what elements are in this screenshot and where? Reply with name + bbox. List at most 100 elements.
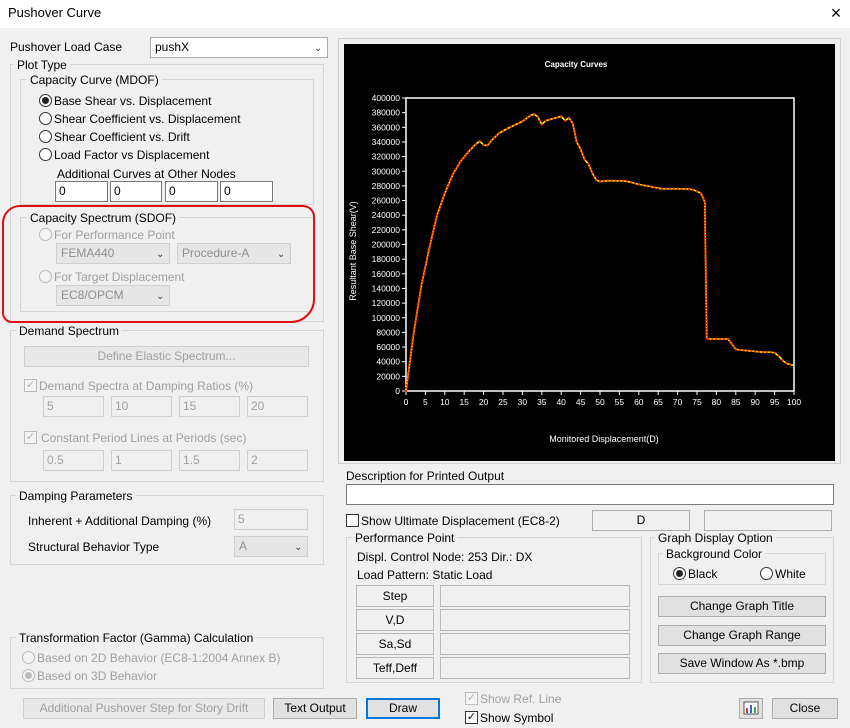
curve-point: [421, 277, 424, 280]
curve-point: [544, 119, 547, 122]
y-tick-label: 320000: [372, 152, 401, 162]
text-output-button[interactable]: Text Output: [273, 698, 357, 719]
radio-base-shear[interactable]: [39, 94, 52, 107]
ultimate-code-field[interactable]: D: [592, 510, 690, 531]
node-field-1[interactable]: 0: [55, 181, 108, 202]
change-graph-range-button[interactable]: Change Graph Range: [658, 625, 826, 646]
period-field-1[interactable]: 0.5: [43, 450, 104, 471]
node-field-3[interactable]: 0: [165, 181, 218, 202]
chevron-down-icon: ⌄: [294, 542, 303, 553]
behavior-type-select[interactable]: A ⌄: [234, 536, 308, 557]
story-drift-button[interactable]: Additional Pushover Step for Story Drift: [23, 698, 265, 719]
curve-point: [523, 118, 527, 121]
curve-point: [773, 351, 776, 355]
inherent-damping-field[interactable]: 5: [234, 509, 308, 530]
curve-point: [424, 262, 428, 265]
save-window-button[interactable]: Save Window As *.bmp: [658, 653, 826, 674]
perf-row-sasd: Sa,Sd: [356, 633, 434, 655]
curve-point: [754, 350, 757, 353]
curve-point: [407, 371, 410, 374]
gamma-label: Transformation Factor (Gamma) Calculatio…: [16, 631, 257, 645]
curve-point: [705, 324, 708, 328]
bitmap-button[interactable]: [739, 698, 763, 719]
period-field-4[interactable]: 2: [247, 450, 308, 471]
description-field[interactable]: [346, 484, 834, 505]
curve-point: [691, 188, 695, 191]
damping-field-1[interactable]: 5: [43, 396, 104, 417]
curve-point: [704, 291, 708, 294]
curve-point: [435, 214, 439, 217]
curve-point: [428, 244, 432, 247]
capacity-curve-label: Capacity Curve (MDOF): [27, 73, 162, 87]
curve-point: [405, 386, 408, 390]
curve-point: [405, 383, 408, 386]
curve-point: [583, 158, 586, 161]
curve-point: [410, 349, 413, 353]
curve-point: [703, 222, 707, 225]
draw-button[interactable]: Draw: [366, 698, 440, 719]
show-symbol-label: Show Symbol: [480, 711, 554, 725]
window-title: Pushover Curve: [8, 5, 102, 20]
define-elastic-spectrum-button[interactable]: Define Elastic Spectrum...: [24, 346, 309, 367]
curve-point: [416, 307, 419, 310]
curve-point: [704, 234, 707, 237]
curve-point: [668, 187, 671, 190]
curve-point: [769, 351, 772, 354]
radio-white[interactable]: [760, 567, 773, 580]
curve-point: [703, 209, 707, 213]
radio-3d-behavior[interactable]: [22, 669, 35, 682]
curve-point: [618, 179, 621, 182]
curve-point: [705, 303, 708, 307]
curve-point: [495, 134, 498, 137]
radio-load-factor[interactable]: [39, 148, 52, 161]
radio-black[interactable]: [673, 567, 686, 580]
node-field-4[interactable]: 0: [220, 181, 273, 202]
curve-point: [410, 346, 413, 349]
curve-point: [580, 151, 584, 154]
period-field-2[interactable]: 1: [111, 450, 172, 471]
period-field-3[interactable]: 1.5: [179, 450, 240, 471]
y-tick-label: 100000: [372, 313, 401, 323]
curve-point: [567, 116, 571, 120]
curve-point: [436, 210, 440, 214]
demand-damping-checkbox[interactable]: ✓: [24, 379, 37, 392]
curve-point: [704, 261, 707, 264]
ultimate-value-field[interactable]: [704, 510, 832, 531]
curve-point: [433, 226, 436, 229]
curve-point: [429, 241, 432, 244]
curve-point: [705, 300, 708, 304]
damping-field-2[interactable]: 10: [111, 396, 172, 417]
curve-point: [594, 178, 598, 182]
damping-field-3[interactable]: 15: [179, 396, 240, 417]
perf-value-vd: [440, 609, 630, 631]
damping-field-4[interactable]: 20: [247, 396, 308, 417]
curve-point: [415, 316, 418, 319]
curve-point: [472, 145, 475, 148]
chevron-down-icon: ⌄: [314, 43, 323, 54]
radio-2d-behavior[interactable]: [22, 651, 35, 664]
curve-point: [430, 235, 434, 238]
load-case-select[interactable]: pushX ⌄: [150, 37, 328, 58]
show-ultimate-checkbox[interactable]: [346, 514, 359, 527]
close-button[interactable]: Close: [772, 698, 838, 719]
y-tick-label: 60000: [376, 342, 400, 352]
show-symbol-checkbox[interactable]: ✓: [465, 711, 478, 724]
curve-point: [463, 155, 466, 159]
curve-point: [451, 173, 454, 177]
curve-point: [676, 187, 679, 190]
curve-point: [488, 141, 491, 145]
period-lines-checkbox[interactable]: ✓: [24, 431, 37, 444]
curve-point: [705, 331, 708, 334]
close-window-icon[interactable]: ×: [826, 3, 846, 23]
y-tick-label: 80000: [376, 327, 400, 337]
curve-point: [704, 249, 707, 252]
change-graph-title-button[interactable]: Change Graph Title: [658, 596, 826, 617]
radio-shear-coef-drift[interactable]: [39, 130, 52, 143]
curve-point: [426, 256, 429, 259]
curve-point: [704, 288, 708, 291]
x-tick-label: 65: [653, 397, 663, 407]
radio-shear-coef-disp[interactable]: [39, 112, 52, 125]
node-field-2[interactable]: 0: [110, 181, 162, 202]
show-ref-line-checkbox[interactable]: ✓: [465, 692, 478, 705]
x-tick-label: 30: [518, 397, 528, 407]
